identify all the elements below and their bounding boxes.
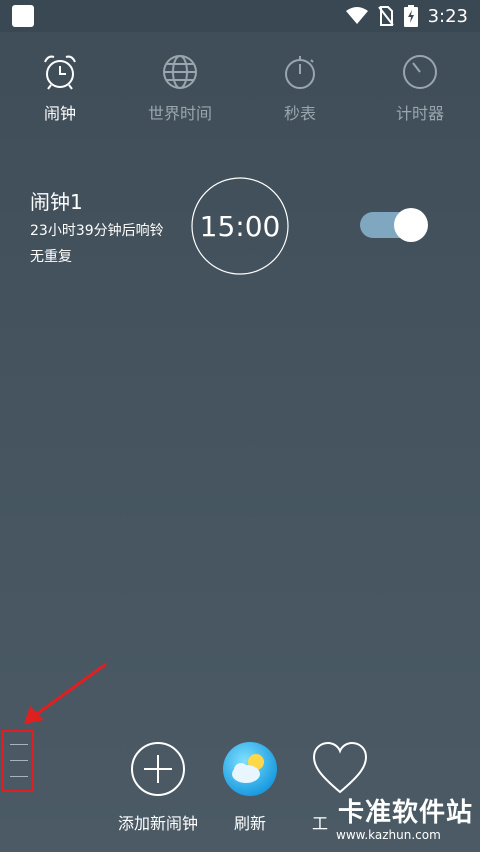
heart-icon: [312, 741, 368, 794]
toggle-knob: [394, 208, 428, 242]
app-icon: [12, 5, 34, 27]
tab-label: 世界时间: [147, 104, 212, 123]
alarm-time: 15:00: [199, 209, 281, 243]
watermark: 卡准软件站 www.kazhun.com: [330, 792, 480, 852]
tab-timer[interactable]: 计时器: [360, 52, 480, 132]
status-time: 3:23: [427, 5, 468, 27]
annotation-arrow: [24, 662, 107, 724]
tab-bar: 闹钟 世界时间 秒表 计时器: [0, 52, 480, 132]
wifi-icon: [345, 7, 368, 24]
watermark-text: 卡准软件站: [338, 798, 474, 828]
alarm-toggle[interactable]: [360, 208, 428, 242]
battery-charging-icon: [403, 5, 418, 27]
watermark-url: www.kazhun.com: [336, 828, 441, 842]
alarm-repeat-text: 无重复: [30, 249, 72, 265]
menu-line: [10, 760, 28, 761]
status-bar: 3:23: [0, 0, 480, 32]
alarm-list-item[interactable]: 闹钟1 23小时39分钟后响铃 无重复 15:00: [0, 170, 480, 280]
alarm-name: 闹钟1: [30, 190, 83, 214]
timer-icon: [403, 55, 437, 89]
no-sim-icon: [377, 6, 394, 26]
tab-stopwatch[interactable]: 秒表: [240, 52, 360, 132]
tab-world-time[interactable]: 世界时间: [120, 52, 240, 132]
stopwatch-icon: [285, 56, 315, 89]
menu-button[interactable]: [2, 730, 34, 792]
weather-icon: [223, 742, 277, 796]
refresh-button[interactable]: 刷新: [200, 740, 300, 834]
add-alarm-label: 添加新闹钟: [117, 814, 198, 833]
tab-label: 秒表: [283, 104, 316, 123]
globe-icon: [163, 55, 197, 89]
menu-line: [10, 776, 28, 777]
tab-alarm[interactable]: 闹钟: [0, 52, 120, 132]
alarm-clock-icon: [44, 55, 76, 90]
add-alarm-button[interactable]: 添加新闹钟: [108, 740, 208, 834]
plus-circle-icon: [131, 742, 185, 796]
tab-label: 计时器: [395, 104, 444, 123]
refresh-label: 刷新: [233, 814, 266, 833]
favorite-label: 工: [311, 814, 328, 833]
menu-line: [10, 744, 28, 745]
alarm-remaining-text: 23小时39分钟后响铃: [30, 223, 164, 239]
tab-label: 闹钟: [43, 104, 76, 123]
